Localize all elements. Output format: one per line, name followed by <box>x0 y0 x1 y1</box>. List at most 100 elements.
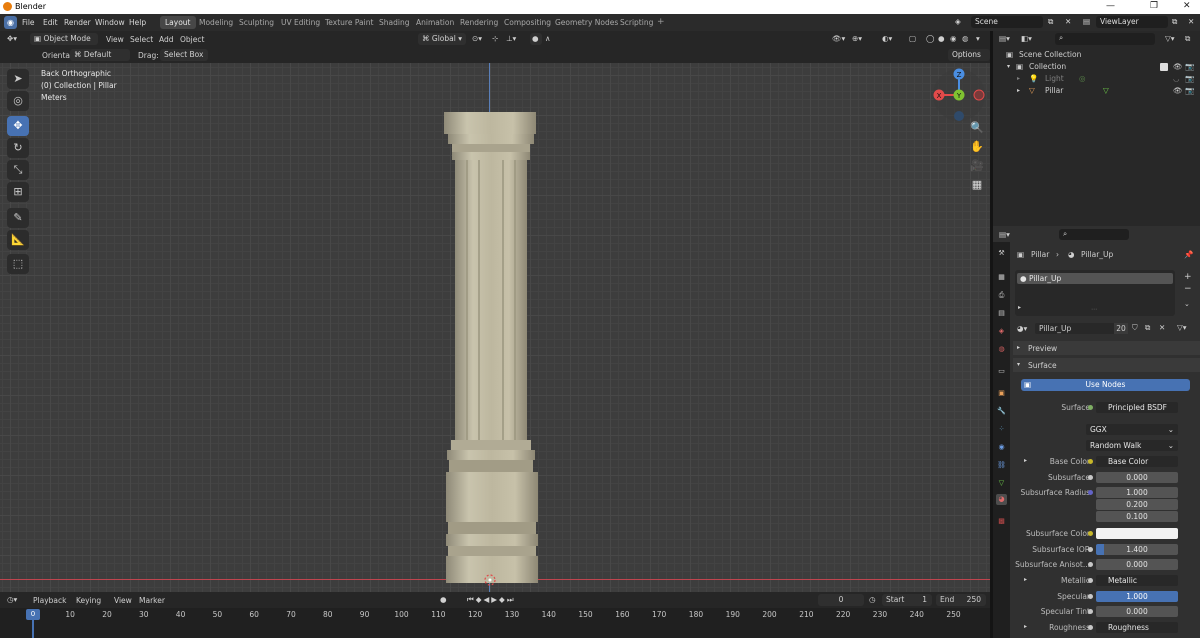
outliner-scene-collection[interactable]: ▣ Scene Collection <box>993 49 1200 61</box>
menu-file[interactable]: File <box>22 18 35 27</box>
expand-icon[interactable]: ▸ <box>1024 576 1027 583</box>
outliner-search-input[interactable]: ⌕ <box>1055 33 1155 45</box>
output-tab-icon[interactable]: ⎙ <box>996 290 1007 301</box>
pivot-point-icon[interactable]: ⊙▾ <box>472 34 482 43</box>
delete-scene-icon[interactable]: ✕ <box>1065 17 1071 26</box>
tab-modeling[interactable]: Modeling <box>194 16 238 29</box>
specular-field[interactable]: 1.000 <box>1096 591 1178 602</box>
falloff-icon[interactable]: ∧ <box>545 34 551 43</box>
navigation-gizmo[interactable]: Z X Y <box>928 65 990 125</box>
menu-marker[interactable]: Marker <box>139 596 165 605</box>
menu-add[interactable]: Add <box>159 35 174 44</box>
unlink-material-icon[interactable]: ✕ <box>1159 323 1165 332</box>
constraints-tab-icon[interactable]: ⛓ <box>996 460 1007 471</box>
expand-icon[interactable]: ▸ <box>1017 85 1020 97</box>
slot-specials-icon[interactable]: ⌄ <box>1184 300 1190 308</box>
outliner-item-pillar[interactable]: ▸ ▽ Pillar ▽ 👁 📷 <box>993 85 1200 97</box>
material-slot-list[interactable]: ● Pillar_Up ▸ ⋯ <box>1015 270 1175 316</box>
blender-menu-icon[interactable]: ◉ <box>4 16 17 29</box>
distribution-dropdown[interactable]: GGX ⌄ <box>1086 424 1178 435</box>
texture-tab-icon[interactable]: ▩ <box>996 516 1007 527</box>
camera-view-icon[interactable]: 🎥 <box>966 157 988 175</box>
subsurface-method-dropdown[interactable]: Random Walk ⌄ <box>1086 440 1178 451</box>
fake-user-shield-icon[interactable]: ⛉ <box>1132 323 1138 333</box>
tab-sculpting[interactable]: Sculpting <box>234 16 279 29</box>
tab-shading[interactable]: Shading <box>374 16 414 29</box>
material-browse-icon[interactable]: ◕▾ <box>1017 324 1027 333</box>
menu-select[interactable]: Select <box>130 35 153 44</box>
cursor-tool[interactable]: ◎ <box>7 91 29 111</box>
render-camera-icon[interactable]: 📷 <box>1185 73 1194 85</box>
add-cube-tool[interactable]: ⬚ <box>7 254 29 274</box>
list-resize-handle[interactable]: ⋯ <box>1091 306 1097 313</box>
proportional-edit-icon[interactable]: ● <box>530 33 542 45</box>
menu-keying[interactable]: Keying <box>76 596 101 605</box>
particles-tab-icon[interactable]: ⁘ <box>996 424 1007 435</box>
shading-options-icon[interactable]: ▾ <box>976 34 980 43</box>
subsurface-field[interactable]: 0.000 <box>1096 472 1178 483</box>
render-tab-icon[interactable]: ▦ <box>996 272 1007 283</box>
panel-surface-header[interactable]: ▾ Surface <box>1013 358 1200 372</box>
expand-icon[interactable]: ▸ <box>1024 623 1027 630</box>
mode-dropdown[interactable]: ▣ Object Mode ▾ <box>30 33 98 55</box>
snap-target-icon[interactable]: ⊥▾ <box>506 34 516 43</box>
measure-tool[interactable]: 📐 <box>7 230 29 250</box>
subsurface-ior-field[interactable]: 1.400 <box>1096 544 1178 555</box>
annotate-tool[interactable]: ✎ <box>7 208 29 228</box>
tab-geometry-nodes[interactable]: Geometry Nodes <box>550 16 623 29</box>
duplicate-material-icon[interactable]: ⧉ <box>1145 323 1150 333</box>
tab-scripting[interactable]: Scripting <box>615 16 658 29</box>
menu-timeline-view[interactable]: View <box>114 596 132 605</box>
view-layer-tab-icon[interactable]: ▤ <box>996 308 1007 319</box>
playhead[interactable]: 0 <box>26 609 40 620</box>
scene-field[interactable]: Scene <box>971 16 1043 28</box>
base-color-field[interactable]: Base Color <box>1096 456 1178 467</box>
subsurface-radius-y-field[interactable]: 0.200 <box>1096 499 1178 510</box>
delete-viewlayer-icon[interactable]: ✕ <box>1188 17 1194 26</box>
timeline-area[interactable]: 0 10 20 30 40 50 60 70 80 90 100 110 120 130 140 150 160… <box>0 608 990 638</box>
material-link-icon[interactable]: ▽▾ <box>1177 323 1187 332</box>
remove-slot-button[interactable]: − <box>1184 284 1192 294</box>
render-camera-icon[interactable]: 📷 <box>1185 61 1194 73</box>
subsurface-color-swatch[interactable] <box>1096 528 1178 539</box>
rotate-tool[interactable]: ↻ <box>7 138 29 158</box>
outliner-item-light[interactable]: ▸ 💡 Light ◎ ◡ 📷 <box>993 73 1200 85</box>
metallic-field[interactable]: Metallic <box>1096 575 1178 586</box>
visibility-eye-icon[interactable]: 👁 <box>1173 85 1183 97</box>
outliner-editor-icon[interactable]: ▤▾ <box>999 34 1010 43</box>
add-slot-button[interactable]: + <box>1184 272 1192 282</box>
user-count-badge[interactable]: 20 <box>1114 323 1128 334</box>
tab-compositing[interactable]: Compositing <box>499 16 556 29</box>
pan-hand-icon[interactable]: ✋ <box>966 138 988 156</box>
subsurface-radius-x-field[interactable]: 1.000 <box>1096 487 1178 498</box>
visibility-icon[interactable]: 👁▾ <box>832 34 845 43</box>
exclude-checkbox[interactable] <box>1160 63 1168 71</box>
menu-object[interactable]: Object <box>180 35 204 44</box>
object-tab-icon[interactable]: ▣ <box>996 388 1007 399</box>
modifier-tab-icon[interactable]: 🔧 <box>996 406 1007 417</box>
overlay-toggle-icon[interactable]: ◐▾ <box>882 34 892 43</box>
roughness-field[interactable]: Roughness <box>1096 622 1178 633</box>
subsurface-anisotropy-field[interactable]: 0.000 <box>1096 559 1178 570</box>
physics-tab-icon[interactable]: ◉ <box>996 442 1007 453</box>
snap-icon[interactable]: ⊹ <box>492 34 498 43</box>
pin-icon[interactable]: 📌 <box>1184 250 1193 259</box>
world-tab-icon[interactable]: ◍ <box>996 344 1007 355</box>
3d-viewport[interactable]: Back Orthographic (0) Collection | Pilla… <box>0 63 990 592</box>
tab-layout[interactable]: Layout <box>160 16 196 29</box>
move-tool[interactable]: ✥ <box>7 116 29 136</box>
pillar-object[interactable] <box>442 112 540 583</box>
hidden-eye-icon[interactable]: ◡ <box>1173 73 1180 85</box>
new-collection-icon[interactable]: ⧉ <box>1185 34 1190 44</box>
current-frame-field[interactable]: 0 <box>818 594 864 606</box>
orientation-dropdown[interactable]: ⌘ Default <box>70 49 130 61</box>
tool-tab-icon[interactable]: ⚒ <box>996 248 1007 259</box>
timeline-editor-icon[interactable]: ◷▾ <box>7 595 17 604</box>
viewlayer-field[interactable]: ViewLayer <box>1096 16 1168 28</box>
close-button[interactable]: ✕ <box>1183 1 1191 11</box>
gizmo-neg-z-handle[interactable] <box>954 111 964 121</box>
list-expand-icon[interactable]: ▸ <box>1018 304 1021 311</box>
gizmo-toggle-icon[interactable]: ⊕▾ <box>852 34 862 43</box>
use-nodes-button[interactable]: ▣ Use Nodes <box>1021 379 1190 391</box>
transform-tool[interactable]: ⊞ <box>7 182 29 202</box>
